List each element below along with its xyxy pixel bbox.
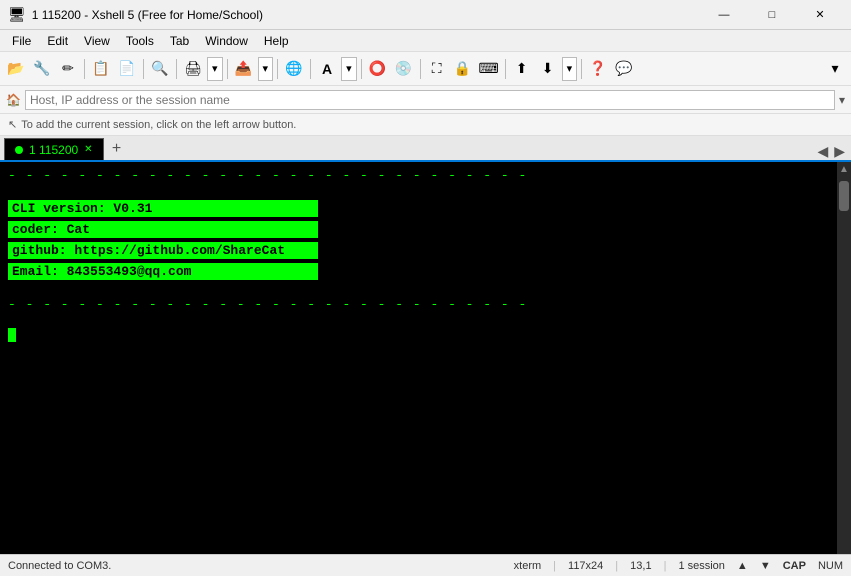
toolbar-separator-9	[505, 59, 506, 79]
dashes-bottom: - - - - - - - - - - - - - - - - - - - - …	[8, 297, 829, 312]
paste-button[interactable]: 📄	[115, 57, 139, 81]
addressbar: 🏠 ▾	[0, 86, 851, 114]
toolbar-separator-8	[420, 59, 421, 79]
menu-window[interactable]: Window	[197, 30, 256, 52]
session-count: 1 session	[678, 560, 724, 572]
chat-button[interactable]: 💬	[612, 57, 636, 81]
status-separator-2: |	[615, 560, 618, 572]
terminal-container: - - - - - - - - - - - - - - - - - - - - …	[0, 162, 851, 554]
address-icon: 🏠	[6, 93, 21, 107]
status-separator-3: |	[664, 560, 667, 572]
window-controls: — □ ✕	[701, 0, 843, 30]
terminal-type: xterm	[514, 560, 542, 572]
tab-close-button[interactable]: ✕	[84, 144, 92, 155]
properties-button[interactable]: 🔧	[30, 57, 54, 81]
tab-115200[interactable]: 1 115200 ✕	[4, 138, 104, 160]
github-row: github: https://github.com/ShareCat	[8, 242, 318, 259]
print-button[interactable]: 🖨	[181, 57, 205, 81]
cap-indicator: CAP	[783, 560, 806, 572]
toolbar-separator-2	[143, 59, 144, 79]
print-dropdown[interactable]: ▾	[207, 57, 223, 81]
scroll-down-arrow[interactable]: ▼	[760, 560, 771, 572]
window-title: 1 115200 - Xshell 5 (Free for Home/Schoo…	[32, 8, 701, 22]
maximize-button[interactable]: □	[749, 0, 795, 30]
menu-tools[interactable]: Tools	[118, 30, 162, 52]
toolbar-separator-3	[176, 59, 177, 79]
dashes-top: - - - - - - - - - - - - - - - - - - - - …	[8, 168, 829, 183]
menu-edit[interactable]: Edit	[39, 30, 76, 52]
transfer-dropdown[interactable]: ▾	[562, 57, 578, 81]
terminal-size: 117x24	[568, 560, 603, 572]
help-button[interactable]: ❓	[586, 57, 610, 81]
scroll-thumb[interactable]	[839, 181, 849, 211]
toolbar-separator-10	[581, 59, 582, 79]
close-button[interactable]: ✕	[797, 0, 843, 30]
status-right: xterm | 117x24 | 13,1 | 1 session ▲ ▼ CA…	[514, 560, 843, 572]
toolbar-separator-5	[277, 59, 278, 79]
session-button[interactable]: 🌐	[282, 57, 306, 81]
toolbar-separator-4	[227, 59, 228, 79]
menu-view[interactable]: View	[76, 30, 118, 52]
upload-button[interactable]: ⬆	[510, 57, 534, 81]
address-input[interactable]	[25, 90, 835, 110]
fullscreen-button[interactable]: ⛶	[425, 57, 449, 81]
toolbar: 📂 🔧 ✏ 📋 📄 🔍 🖨 ▾ 📤 ▾ 🌐 A ▾ ⭕ 💿 ⛶ 🔒 ⌨ ⬆ ⬇ …	[0, 52, 851, 86]
tab-dot	[15, 146, 23, 154]
send-dropdown[interactable]: ▾	[258, 57, 274, 81]
info-icon: ↖	[8, 118, 17, 131]
xftp-button[interactable]: 💿	[392, 57, 416, 81]
font-button[interactable]: A	[315, 57, 339, 81]
find-button[interactable]: 🔍	[148, 57, 172, 81]
menu-help[interactable]: Help	[256, 30, 297, 52]
menu-tab[interactable]: Tab	[162, 30, 197, 52]
toolbar-separator-6	[310, 59, 311, 79]
font-dropdown[interactable]: ▾	[341, 57, 357, 81]
minimize-button[interactable]: —	[701, 0, 747, 30]
send-button[interactable]: 📤	[232, 57, 256, 81]
tab-prev-button[interactable]: ◀	[815, 143, 830, 160]
toolbar-separator-1	[84, 59, 85, 79]
compose-button[interactable]: ✏	[56, 57, 80, 81]
address-dropdown-arrow[interactable]: ▾	[839, 93, 845, 107]
tab-navigation: ◀ ▶	[815, 143, 851, 160]
menubar: File Edit View Tools Tab Window Help	[0, 30, 851, 52]
statusbar: Connected to COM3. xterm | 117x24 | 13,1…	[0, 554, 851, 576]
infobar: ↖ To add the current session, click on t…	[0, 114, 851, 136]
titlebar: 🖥 1 115200 - Xshell 5 (Free for Home/Sch…	[0, 0, 851, 30]
connection-status: Connected to COM3.	[8, 560, 502, 572]
email-row: Email: 843553493@qq.com	[8, 263, 318, 280]
keyboard-button[interactable]: ⌨	[477, 57, 501, 81]
copy-button[interactable]: 📋	[89, 57, 113, 81]
status-separator-1: |	[553, 560, 556, 572]
scroll-up-arrow[interactable]: ▲	[737, 560, 748, 572]
coder-row: coder: Cat	[8, 221, 318, 238]
app-icon: 🖥	[8, 6, 26, 23]
tab-next-button[interactable]: ▶	[832, 143, 847, 160]
open-button[interactable]: 📂	[4, 57, 28, 81]
toolbar-separator-7	[361, 59, 362, 79]
menu-file[interactable]: File	[4, 30, 39, 52]
scrollbar[interactable]: ▲	[837, 162, 851, 554]
terminal[interactable]: - - - - - - - - - - - - - - - - - - - - …	[0, 162, 837, 554]
tab-label: 1 115200	[29, 143, 78, 157]
tabbar: 1 115200 ✕ + ◀ ▶	[0, 136, 851, 162]
cli-version-row: CLI version: V0.31	[8, 200, 318, 217]
terminal-cursor	[8, 328, 16, 342]
new-tab-button[interactable]: +	[106, 138, 128, 160]
download-button[interactable]: ⬇	[536, 57, 560, 81]
lock-button[interactable]: 🔒	[451, 57, 475, 81]
num-indicator: NUM	[818, 560, 843, 572]
more-button[interactable]: ▾	[823, 57, 847, 81]
infobar-text: To add the current session, click on the…	[21, 119, 296, 131]
sftp-button[interactable]: ⭕	[366, 57, 390, 81]
cursor-position: 13,1	[630, 560, 651, 572]
scroll-up-button[interactable]: ▲	[837, 162, 851, 177]
